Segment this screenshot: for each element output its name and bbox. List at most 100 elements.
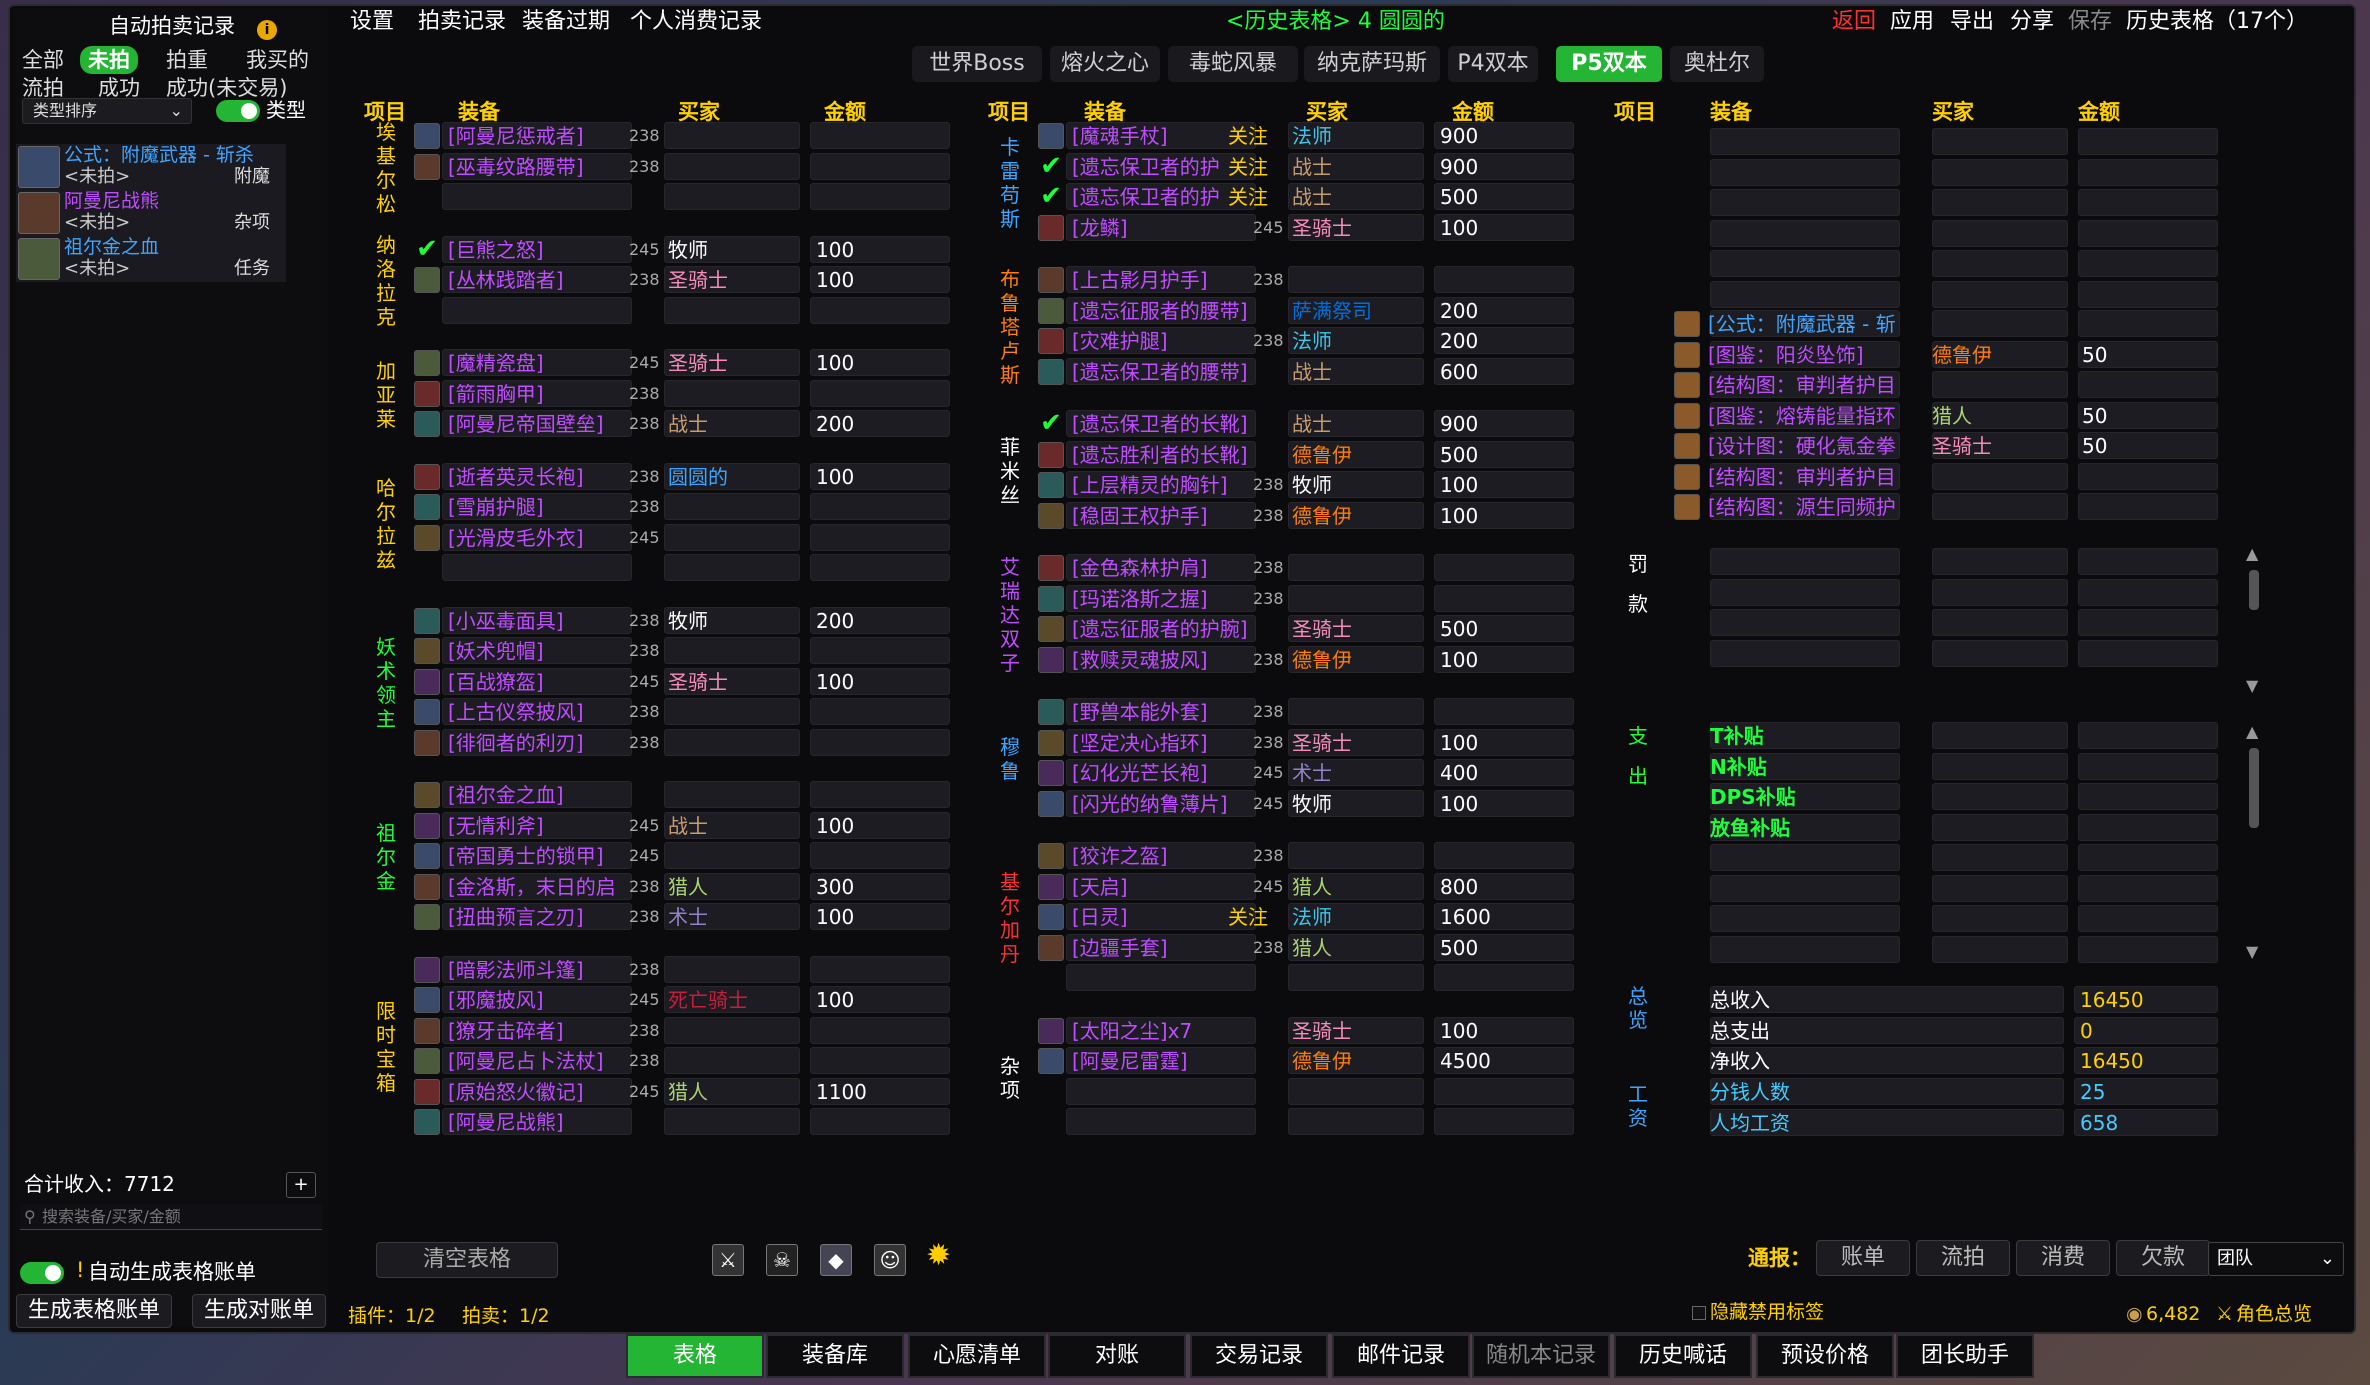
filter-0[interactable]: 全部 xyxy=(22,46,64,74)
item-name[interactable]: [救赎灵魂披风] xyxy=(1072,646,1208,674)
item-name[interactable]: [上古仪祭披风] xyxy=(448,698,584,726)
amount-cell[interactable] xyxy=(2078,844,2218,871)
item-name[interactable]: [太阳之尘]x7 xyxy=(1072,1017,1192,1045)
buyer-cell[interactable] xyxy=(664,781,800,808)
amount-cell[interactable] xyxy=(2078,578,2218,606)
follow-badge[interactable]: 关注 xyxy=(1228,122,1268,150)
item-name[interactable]: [阿曼尼占卜法杖] xyxy=(448,1047,604,1075)
amount-cell[interactable] xyxy=(810,152,950,180)
bottom-tab-8[interactable]: 预设价格 xyxy=(1756,1334,1894,1378)
buyer-cell[interactable] xyxy=(1932,548,2068,575)
item-cell[interactable] xyxy=(1710,609,1900,636)
auto-generate-toggle[interactable] xyxy=(20,1262,64,1284)
buyer-cell[interactable] xyxy=(1288,698,1424,725)
amount-cell[interactable] xyxy=(810,698,950,725)
buyer-cell[interactable] xyxy=(1288,1108,1424,1135)
tab-3[interactable]: 纳克萨玛斯 xyxy=(1304,46,1440,82)
item-name[interactable]: [阿曼尼惩戒者] xyxy=(448,122,584,150)
tab-1[interactable]: 熔火之心 xyxy=(1050,46,1160,82)
list-item[interactable]: 祖尔金之血 <未拍> 任务 xyxy=(16,236,286,282)
item-cell[interactable] xyxy=(1710,905,1900,932)
menu-right-5[interactable]: 历史表格（17个） xyxy=(2126,8,2308,36)
menu-right-4[interactable]: 保存 xyxy=(2068,8,2112,36)
amount-cell[interactable] xyxy=(1434,584,1574,612)
buyer-cell[interactable] xyxy=(1932,578,2068,606)
amount-cell[interactable] xyxy=(810,842,950,869)
item-name[interactable]: [金洛斯，末日的启 xyxy=(448,873,616,901)
amount-cell[interactable] xyxy=(810,781,950,808)
buyer-cell[interactable] xyxy=(664,1047,800,1074)
item-cell[interactable] xyxy=(442,183,632,210)
item-name[interactable]: [公式：附魔武器 - 斩 xyxy=(1708,310,1896,338)
item-name[interactable]: [上古影月护手] xyxy=(1072,266,1208,294)
amount-cell[interactable] xyxy=(810,955,950,983)
item-name[interactable]: [幻化光芒长袍] xyxy=(1072,759,1208,787)
item-name[interactable]: [图鉴：熔铸能量指环 xyxy=(1708,402,1896,430)
buyer-cell[interactable] xyxy=(664,523,800,551)
amount-cell[interactable] xyxy=(2078,310,2218,337)
amount-cell[interactable] xyxy=(2078,935,2218,963)
menu-0[interactable]: 设置 xyxy=(350,8,394,36)
item-name[interactable]: [边疆手套] xyxy=(1072,934,1168,962)
ghost-icon[interactable]: ☺ xyxy=(874,1244,906,1276)
menu-2[interactable]: 装备过期 xyxy=(522,8,610,36)
item-name[interactable]: [徘徊者的利刃] xyxy=(448,729,584,757)
item-name[interactable]: [百战獠盔] xyxy=(448,668,544,696)
buyer-cell[interactable] xyxy=(1288,554,1424,581)
buyer-cell[interactable] xyxy=(1932,752,2068,780)
amount-cell[interactable] xyxy=(2078,783,2218,810)
menu-3[interactable]: 个人消费记录 xyxy=(630,8,762,36)
bottom-tab-7[interactable]: 历史喊话 xyxy=(1614,1334,1752,1378)
search-input[interactable]: ⚲ 搜索装备/买家/金额 xyxy=(20,1204,322,1230)
tab-2[interactable]: 毒蛇风暴 xyxy=(1168,46,1298,82)
bottom-tab-9[interactable]: 团长助手 xyxy=(1896,1334,2034,1378)
tab-5[interactable]: P5双本 xyxy=(1556,46,1662,82)
buyer-cell[interactable] xyxy=(1932,905,2068,932)
buyer-cell[interactable] xyxy=(664,296,800,324)
item-cell[interactable] xyxy=(1710,158,1900,186)
amount-cell[interactable] xyxy=(810,122,950,149)
filter-1[interactable]: 未拍 xyxy=(80,46,138,74)
item-name[interactable]: [逝者英灵长袍] xyxy=(448,463,584,491)
amount-cell[interactable] xyxy=(2078,128,2218,155)
list-item[interactable]: 公式：附魔武器 - 斩杀 <未拍> 附魔 xyxy=(16,144,286,190)
expense-scrollbar[interactable] xyxy=(2249,748,2259,828)
amount-cell[interactable] xyxy=(2078,813,2218,841)
buyer-cell[interactable] xyxy=(1932,128,2068,155)
item-name[interactable]: [无情利斧] xyxy=(448,812,544,840)
amount-cell[interactable] xyxy=(1434,1108,1574,1135)
weapon-icon[interactable]: ⚔ xyxy=(712,1244,744,1276)
buyer-cell[interactable] xyxy=(664,554,800,581)
item-cell[interactable] xyxy=(1066,1077,1256,1105)
item-cell[interactable] xyxy=(1710,548,1900,575)
menu-right-3[interactable]: 分享 xyxy=(2010,8,2054,36)
buyer-cell[interactable] xyxy=(1932,158,2068,186)
info-icon[interactable]: i xyxy=(257,20,277,40)
item-name[interactable]: [金色森林护肩] xyxy=(1072,554,1208,582)
bottom-tab-2[interactable]: 心愿清单 xyxy=(908,1334,1046,1378)
scroll-up-icon[interactable]: ▲ xyxy=(2246,540,2258,568)
item-name[interactable]: [遗忘保卫者的长靴] xyxy=(1072,410,1248,438)
item-cell[interactable] xyxy=(1710,219,1900,247)
item-name[interactable]: [遗忘征服者的腰带] xyxy=(1072,297,1248,325)
buyer-cell[interactable] xyxy=(1932,310,2068,337)
amount-cell[interactable] xyxy=(810,728,950,756)
crystal-icon[interactable]: ◆ xyxy=(820,1244,852,1276)
item-name[interactable]: [设计图：硬化氪金拳 xyxy=(1708,432,1896,460)
amount-cell[interactable] xyxy=(2078,189,2218,216)
item-name[interactable]: [遗忘保卫者的护 xyxy=(1072,153,1220,181)
buyer-cell[interactable] xyxy=(664,1108,800,1135)
bottom-tab-6[interactable]: 随机本记录 xyxy=(1472,1334,1610,1378)
amount-cell[interactable] xyxy=(2078,639,2218,667)
item-cell[interactable] xyxy=(1710,280,1900,308)
notify-button-1[interactable]: 流拍 xyxy=(1916,1240,2010,1276)
item-name[interactable]: [灾难护腿] xyxy=(1072,327,1168,355)
buyer-cell[interactable] xyxy=(1932,874,2068,902)
item-name[interactable]: [阿曼尼雷霆] xyxy=(1072,1047,1188,1075)
hide-disabled-checkbox[interactable] xyxy=(1692,1306,1706,1320)
item-name[interactable]: [箭雨胸甲] xyxy=(448,380,544,408)
scroll-down-icon[interactable]: ▼ xyxy=(2246,672,2258,700)
item-name[interactable]: [玛诺洛斯之握] xyxy=(1072,585,1208,613)
buyer-cell[interactable] xyxy=(664,842,800,869)
item-name[interactable]: [日灵] xyxy=(1072,903,1128,931)
